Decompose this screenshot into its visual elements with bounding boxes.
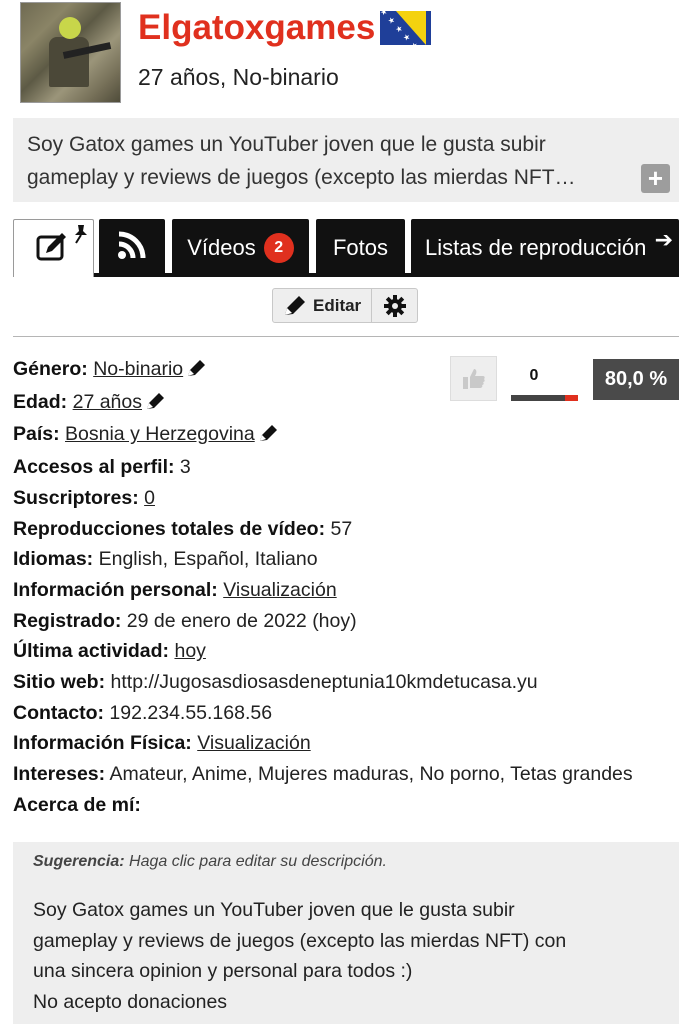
short-description-line: Soy Gatox games un YouTuber joven que le… bbox=[27, 133, 546, 156]
field-physical-info: Información Física: Visualización bbox=[13, 728, 633, 759]
field-personal-info: Información personal: Visualización bbox=[13, 575, 633, 606]
about-me-text: Soy Gatox games un YouTuber joven que le… bbox=[33, 895, 659, 1017]
last-activity-link[interactable]: hoy bbox=[174, 640, 205, 662]
field-label: Idiomas: bbox=[13, 548, 94, 571]
profile-views-value: 3 bbox=[179, 456, 191, 479]
physical-info-link[interactable]: Visualización bbox=[197, 732, 310, 754]
field-website: Sitio web: http://Jugosasdiosasdeneptuni… bbox=[13, 667, 633, 698]
about-line: Soy Gatox games un YouTuber joven que le… bbox=[33, 899, 515, 921]
rss-icon bbox=[117, 230, 147, 266]
gender-value-link[interactable]: No-binario bbox=[93, 358, 207, 380]
field-country: País: Bosnia y Herzegovina bbox=[13, 419, 633, 452]
settings-button[interactable] bbox=[372, 289, 417, 322]
plus-icon: + bbox=[647, 163, 664, 193]
field-label: Reproducciones totales de vídeo: bbox=[13, 517, 326, 540]
pencil-icon bbox=[187, 356, 207, 387]
field-label: Accesos al perfil: bbox=[13, 456, 175, 479]
edit-icon bbox=[34, 229, 74, 269]
bosnia-flag-icon: ★ ★ ★ ★ ★ ★ ★ ★ bbox=[380, 11, 431, 45]
field-label: País: bbox=[13, 423, 60, 446]
section-divider bbox=[13, 336, 679, 337]
field-label: Edad: bbox=[13, 390, 68, 413]
tab-videos[interactable]: Vídeos 2 bbox=[172, 219, 309, 277]
age-gender-subline: 27 años, No-binario bbox=[138, 64, 339, 90]
field-label: Información Física: bbox=[13, 732, 192, 755]
videos-count-badge: 2 bbox=[263, 233, 294, 263]
field-label: Sitio web: bbox=[13, 671, 106, 694]
avatar-figure-body bbox=[49, 37, 89, 87]
pencil-icon bbox=[146, 389, 166, 420]
about-line: una sincera opinion y personal para todo… bbox=[33, 960, 413, 982]
avatar-figure-head bbox=[59, 17, 81, 39]
tab-feed[interactable] bbox=[99, 219, 165, 277]
profile-tabs: Vídeos 2 Fotos Listas de reproducción ➔ bbox=[13, 219, 679, 277]
interests-value: Amateur, Anime, Mujeres maduras, No porn… bbox=[109, 763, 633, 786]
field-subscribers: Suscriptores: 0 bbox=[13, 483, 633, 514]
field-last-activity: Última actividad: hoy bbox=[13, 636, 633, 667]
username: Elgatoxgames bbox=[138, 8, 376, 47]
edit-button[interactable]: Editar bbox=[273, 289, 373, 322]
profile-info-list: Género: No-binario Edad: 27 años País: B… bbox=[13, 354, 633, 821]
about-line: No acepto donaciones bbox=[33, 990, 228, 1013]
hint-label: Sugerencia: bbox=[33, 853, 125, 870]
profile-edit-toolbar: Editar bbox=[272, 288, 419, 323]
gear-icon bbox=[383, 294, 406, 317]
expand-description-button[interactable]: + bbox=[641, 164, 670, 193]
total-plays-value: 57 bbox=[330, 517, 353, 540]
field-languages: Idiomas: English, Español, Italiano bbox=[13, 544, 633, 575]
registered-value: 29 de enero de 2022 (hoy) bbox=[126, 609, 357, 632]
profile-header: Elgatoxgames ★ ★ ★ ★ ★ ★ ★ ★ 27 años, No… bbox=[0, 0, 691, 110]
about-line: gameplay y reviews de juegos (excepto la… bbox=[33, 929, 567, 952]
field-total-plays: Reproducciones totales de vídeo: 57 bbox=[13, 514, 633, 545]
contact-value: 192.234.55.168.56 bbox=[109, 701, 273, 724]
field-label: Suscriptores: bbox=[13, 486, 139, 509]
pin-icon bbox=[73, 224, 89, 250]
field-contact: Contacto: 192.234.55.168.56 bbox=[13, 698, 633, 729]
tab-photos[interactable]: Fotos bbox=[316, 219, 405, 277]
tabs-scroll-right-icon[interactable]: ➔ bbox=[655, 227, 673, 253]
field-age: Edad: 27 años bbox=[13, 387, 633, 420]
tab-playlists[interactable]: Listas de reproducción ➔ bbox=[411, 219, 679, 277]
tab-photos-label: Fotos bbox=[332, 235, 389, 260]
field-label: Registrado: bbox=[13, 609, 122, 632]
short-description: Soy Gatox games un YouTuber joven que le… bbox=[13, 118, 679, 202]
field-label: Intereses: bbox=[13, 763, 106, 786]
field-registered: Registrado: 29 de enero de 2022 (hoy) bbox=[13, 606, 633, 637]
field-label: Contacto: bbox=[13, 701, 104, 724]
pencil-icon bbox=[285, 295, 305, 315]
pencil-icon bbox=[259, 421, 279, 452]
field-label: Acerca de mí: bbox=[13, 793, 141, 816]
field-gender: Género: No-binario bbox=[13, 354, 633, 387]
hint-text: Haga clic para editar su descripción. bbox=[129, 853, 387, 870]
age-value-link[interactable]: 27 años bbox=[73, 391, 166, 413]
subscribers-value-link[interactable]: 0 bbox=[144, 487, 155, 509]
avatar[interactable] bbox=[20, 2, 121, 103]
field-profile-views: Accesos al perfil: 3 bbox=[13, 452, 633, 483]
field-interests: Intereses: Amateur, Anime, Mujeres madur… bbox=[13, 759, 633, 790]
tab-wall[interactable] bbox=[13, 219, 94, 277]
short-description-line: gameplay y reviews de juegos (excepto la… bbox=[27, 166, 576, 189]
about-me-box[interactable]: Sugerencia: Haga clic para editar su des… bbox=[13, 842, 679, 1024]
tab-videos-label: Vídeos bbox=[187, 235, 256, 260]
field-label: Última actividad: bbox=[13, 640, 170, 663]
edit-button-label: Editar bbox=[313, 295, 362, 315]
field-about: Acerca de mí: bbox=[13, 790, 633, 821]
edit-hint: Sugerencia: Haga clic para editar su des… bbox=[33, 851, 659, 873]
website-value: http://Jugosasdiosasdeneptunia10kmdetuca… bbox=[110, 671, 538, 694]
country-value-link[interactable]: Bosnia y Herzegovina bbox=[65, 423, 279, 445]
field-label: Información personal: bbox=[13, 578, 218, 601]
languages-value: English, Español, Italiano bbox=[98, 548, 318, 571]
tab-playlists-label: Listas de reproducción bbox=[425, 235, 647, 260]
field-label: Género: bbox=[13, 358, 88, 380]
personal-info-link[interactable]: Visualización bbox=[223, 579, 336, 601]
